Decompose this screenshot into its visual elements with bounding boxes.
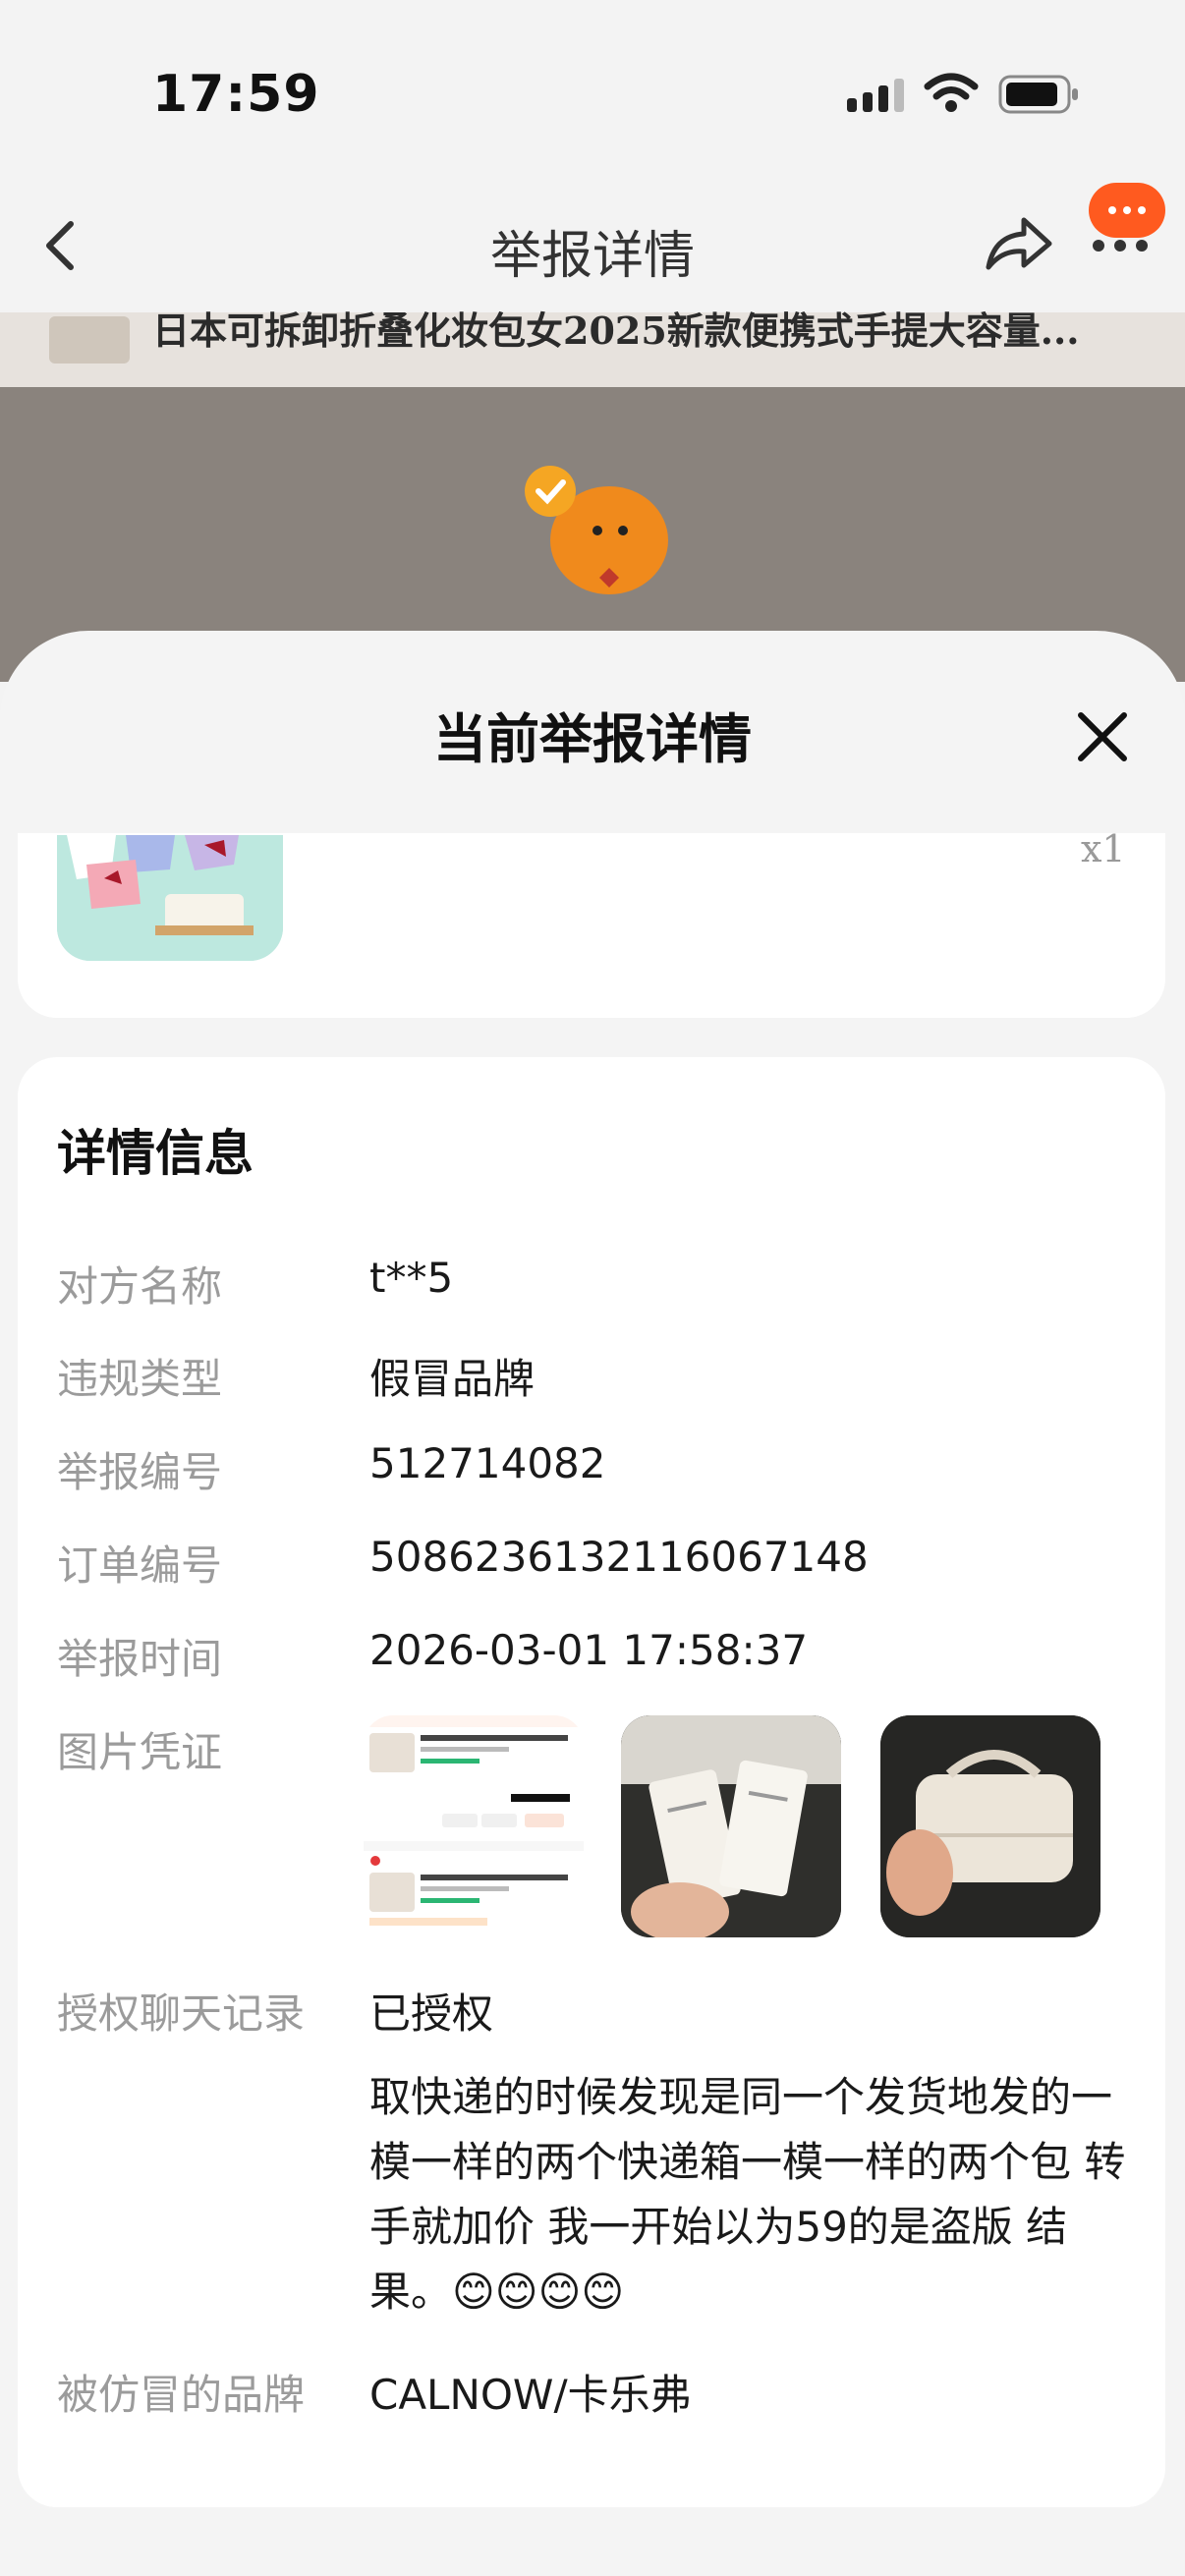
status-time: 17:59 [152, 65, 320, 124]
quantity: x1 [1081, 827, 1126, 870]
chat-dots-icon [1108, 206, 1146, 214]
image-evidence-label: 图片凭证 [57, 1728, 223, 1776]
more-icon[interactable] [1091, 236, 1150, 255]
detail-info-title: 详情信息 [57, 1125, 254, 1182]
cellular-signal-icon [847, 79, 904, 112]
wifi-icon [924, 73, 979, 112]
counterfeit-brand-label: 被仿冒的品牌 [57, 2371, 306, 2419]
sheet-title: 当前举报详情 [433, 708, 752, 770]
report-number-value: 512714082 [369, 1439, 606, 1487]
report-number-label: 举报编号 [57, 1448, 223, 1496]
product-title: 日本可拆卸折叠化妆包女2025新款便携式手提大容量... [152, 308, 1080, 353]
product-image [57, 835, 283, 961]
violation-type-value: 假冒品牌 [369, 1355, 536, 1403]
chat-auth-label: 授权聊天记录 [57, 1989, 306, 2038]
report-description: 取快递的时候发现是同一个发货地发的一模一样的两个快递箱一模一样的两个包 转手就加… [369, 2073, 1126, 2316]
report-time-value: 2026-03-01 17:58:37 [369, 1626, 809, 1674]
violation-type-label: 违规类型 [57, 1355, 223, 1403]
message-badge[interactable] [1089, 183, 1165, 238]
order-number-label: 订单编号 [57, 1541, 223, 1590]
product-thumbnail [49, 316, 130, 364]
evidence-image-1[interactable] [364, 1715, 584, 1937]
share-icon[interactable] [983, 212, 1055, 275]
chat-auth-value: 已授权 [369, 1989, 494, 2038]
evidence-image-2[interactable] [621, 1715, 841, 1937]
evidence-image-3[interactable] [880, 1715, 1100, 1937]
opponent-name-value: t**5 [369, 1254, 454, 1302]
close-icon[interactable] [1075, 709, 1130, 764]
order-number-value: 5086236132116067148 [369, 1533, 869, 1581]
report-time-label: 举报时间 [57, 1635, 223, 1683]
battery-icon [998, 75, 1078, 114]
mascot-illustration [525, 466, 668, 594]
counterfeit-brand-value: CALNOW/卡乐弗 [369, 2371, 692, 2419]
opponent-name-label: 对方名称 [57, 1262, 223, 1311]
